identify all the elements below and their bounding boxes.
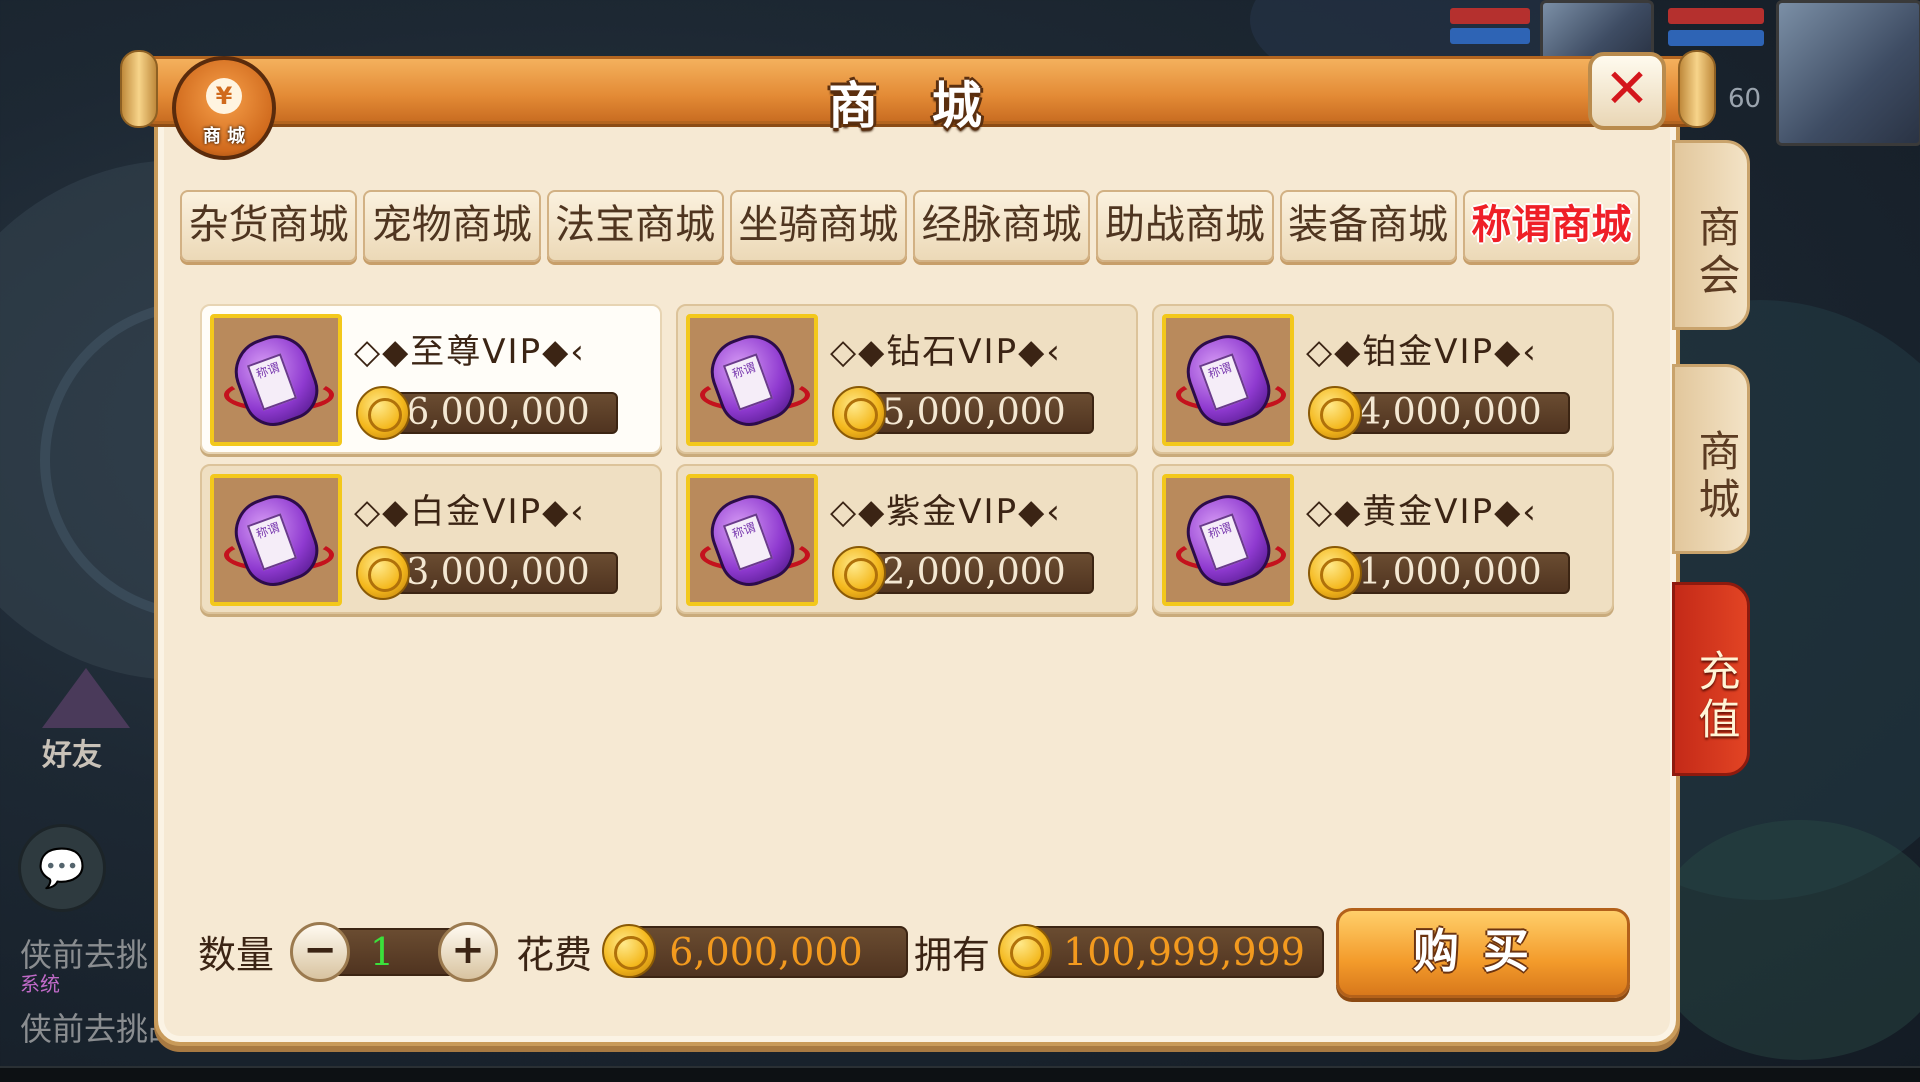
item-card[interactable]: 称谓 ◇◆紫金VIP◆‹ 2,000,000 [676, 464, 1138, 614]
decrease-quantity-button[interactable]: − [290, 922, 350, 982]
side-tab-mall[interactable]: 商城 [1672, 364, 1750, 554]
price-bar: 5,000,000 [854, 392, 1094, 434]
chat-button[interactable]: 💬 [18, 824, 106, 912]
coin-icon [832, 386, 886, 440]
item-price: 6,000,000 [406, 392, 590, 433]
item-icon-frame: 称谓 [210, 314, 342, 446]
plus-icon: + [451, 927, 485, 973]
item-name: ◇◆白金VIP◆‹ [354, 492, 586, 532]
item-card[interactable]: 称谓 ◇◆白金VIP◆‹ 3,000,000 [200, 464, 662, 614]
coin-icon [1308, 386, 1362, 440]
owned-label: 拥有 [914, 933, 991, 977]
item-name: ◇◆黄金VIP◆‹ [1306, 492, 1538, 532]
tab-assist[interactable]: 助战商城 [1096, 190, 1274, 262]
coin-icon [356, 386, 410, 440]
close-icon: ✕ [1604, 57, 1650, 120]
cost-label: 花费 [516, 933, 593, 977]
coin-icon [602, 924, 656, 978]
logo-label: 商 城 [202, 126, 246, 147]
price-bar: 2,000,000 [854, 552, 1094, 594]
cost-bar: 6,000,000 [624, 926, 908, 978]
friend-button[interactable]: 好友 [20, 668, 140, 773]
owned-bar: 100,999,999 [1020, 926, 1324, 978]
item-card[interactable]: 称谓 ◇◆铂金VIP◆‹ 4,000,000 [1152, 304, 1614, 454]
item-price: 2,000,000 [882, 552, 1066, 593]
tab-equipment[interactable]: 装备商城 [1279, 190, 1457, 262]
coin-icon [1308, 546, 1362, 600]
buy-button[interactable]: 购买 [1336, 908, 1630, 998]
item-name: ◇◆紫金VIP◆‹ [830, 492, 1062, 532]
tab-title[interactable]: 称谓商城 [1462, 190, 1640, 262]
item-name: ◇◆至尊VIP◆‹ [354, 332, 586, 372]
minus-icon: − [303, 927, 337, 973]
price-bar: 1,000,000 [1330, 552, 1570, 594]
friend-icon [42, 668, 130, 728]
tab-mount[interactable]: 坐骑商城 [729, 190, 907, 262]
item-price: 1,000,000 [1358, 552, 1542, 593]
tab-pet[interactable]: 宠物商城 [363, 190, 541, 262]
tab-treasure[interactable]: 法宝商城 [546, 190, 724, 262]
tab-grocery[interactable]: 杂货商城 [180, 190, 358, 262]
item-price: 4,000,000 [1358, 392, 1542, 433]
player-mp-bar [1668, 30, 1764, 46]
shop-logo-badge: ¥ 商 城 [172, 56, 276, 160]
price-bar: 6,000,000 [378, 392, 618, 434]
cost-value: 6,000,000 [669, 930, 863, 974]
item-price: 3,000,000 [406, 552, 590, 593]
item-grid: 称谓 ◇◆至尊VIP◆‹ 6,000,000 称谓 ◇◆钻石VIP◆‹ 5,00… [200, 304, 1620, 620]
side-tab-recharge[interactable]: 充值 [1672, 582, 1750, 776]
item-price: 5,000,000 [882, 392, 1066, 433]
friend-label: 好友 [42, 738, 102, 773]
price-bar: 3,000,000 [378, 552, 618, 594]
item-icon-frame: 称谓 [1162, 474, 1294, 606]
tab-meridian[interactable]: 经脉商城 [913, 190, 1091, 262]
coin-icon [356, 546, 410, 600]
increase-quantity-button[interactable]: + [438, 922, 498, 982]
price-bar: 4,000,000 [1330, 392, 1570, 434]
item-icon-frame: 称谓 [686, 314, 818, 446]
chat-line: 系统 [20, 972, 60, 996]
coin-icon [998, 924, 1052, 978]
item-icon-frame: 称谓 [1162, 314, 1294, 446]
item-icon-frame: 称谓 [210, 474, 342, 606]
hp-bar [1450, 8, 1530, 24]
coin-icon [832, 546, 886, 600]
close-button[interactable]: ✕ [1588, 52, 1666, 130]
item-card[interactable]: 称谓 ◇◆至尊VIP◆‹ 6,000,000 [200, 304, 662, 454]
yen-bag-icon: ¥ [206, 78, 242, 114]
item-name: ◇◆铂金VIP◆‹ [1306, 332, 1538, 372]
item-icon-frame: 称谓 [686, 474, 818, 606]
category-tabs: 杂货商城 宠物商城 法宝商城 坐骑商城 经脉商城 助战商城 装备商城 称谓商城 [180, 190, 1640, 264]
quantity-label: 数量 [198, 933, 275, 977]
side-tab-guild-shop[interactable]: 商会 [1672, 140, 1750, 330]
chat-bubble-icon: 💬 [38, 845, 86, 890]
owned-value: 100,999,999 [1063, 930, 1305, 974]
item-card[interactable]: 称谓 ◇◆钻石VIP◆‹ 5,000,000 [676, 304, 1138, 454]
player-hp-bar [1668, 8, 1764, 24]
item-card[interactable]: 称谓 ◇◆黄金VIP◆‹ 1,000,000 [1152, 464, 1614, 614]
mp-bar [1450, 28, 1530, 44]
item-name: ◇◆钻石VIP◆‹ [830, 332, 1062, 372]
